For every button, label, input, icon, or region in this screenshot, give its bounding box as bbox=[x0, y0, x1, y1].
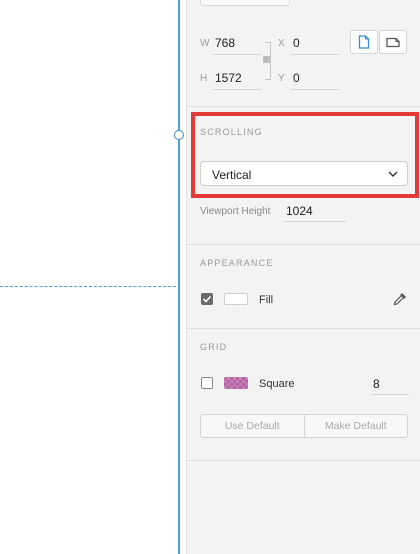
make-default-button[interactable]: Make Default bbox=[303, 415, 408, 437]
grid-type-label: Square bbox=[259, 378, 295, 390]
grid-default-buttons: Use Default Make Default bbox=[200, 414, 408, 438]
width-field[interactable]: 768 bbox=[215, 36, 235, 50]
viewport-height-guide bbox=[0, 286, 176, 287]
grid-checkbox[interactable] bbox=[201, 377, 213, 389]
portrait-button[interactable] bbox=[350, 30, 378, 54]
y-label: Y bbox=[278, 73, 285, 84]
grid-section: GRID Square 8 bbox=[187, 329, 420, 461]
grid-heading: GRID bbox=[200, 342, 228, 352]
landscape-icon bbox=[386, 37, 400, 47]
portrait-icon bbox=[358, 35, 370, 49]
x-label: X bbox=[278, 38, 285, 49]
grid-color-swatch[interactable] bbox=[224, 377, 248, 389]
appearance-heading: APPEARANCE bbox=[200, 258, 274, 268]
viewport-height-field[interactable]: 1024 bbox=[286, 204, 313, 218]
y-field[interactable]: 0 bbox=[293, 71, 300, 85]
height-label: H bbox=[200, 73, 208, 84]
canvas-area[interactable] bbox=[0, 0, 186, 554]
appearance-section: APPEARANCE Fill bbox=[187, 245, 420, 329]
fill-label: Fill bbox=[259, 294, 274, 306]
lock-icon[interactable] bbox=[263, 56, 270, 63]
fill-checkbox[interactable] bbox=[201, 293, 213, 305]
dimensions-section: W 768 X 0 H 1572 Y 0 bbox=[187, 0, 420, 107]
viewport-height-label: Viewport Height bbox=[200, 206, 271, 217]
checkmark-icon bbox=[202, 295, 212, 303]
artboard-edge bbox=[178, 0, 180, 554]
width-label: W bbox=[200, 38, 210, 49]
artboard-resize-handle[interactable] bbox=[174, 130, 184, 140]
property-inspector: W 768 X 0 H 1572 Y 0 SCROLLING Viewport … bbox=[186, 0, 420, 554]
grid-size-underline bbox=[371, 394, 409, 395]
x-field[interactable]: 0 bbox=[293, 36, 300, 50]
top-control-stub[interactable] bbox=[200, 0, 290, 6]
height-underline bbox=[213, 89, 261, 90]
viewport-underline bbox=[284, 221, 346, 222]
y-underline bbox=[291, 89, 339, 90]
landscape-button[interactable] bbox=[379, 30, 407, 54]
x-underline bbox=[291, 54, 339, 55]
eyedropper-icon[interactable] bbox=[392, 291, 408, 307]
fill-color-swatch[interactable] bbox=[224, 293, 248, 305]
scrolling-highlight-box bbox=[191, 112, 419, 198]
height-field[interactable]: 1572 bbox=[215, 71, 242, 85]
use-default-button[interactable]: Use Default bbox=[201, 415, 304, 437]
grid-size-field[interactable]: 8 bbox=[373, 377, 380, 391]
width-underline bbox=[213, 54, 261, 55]
